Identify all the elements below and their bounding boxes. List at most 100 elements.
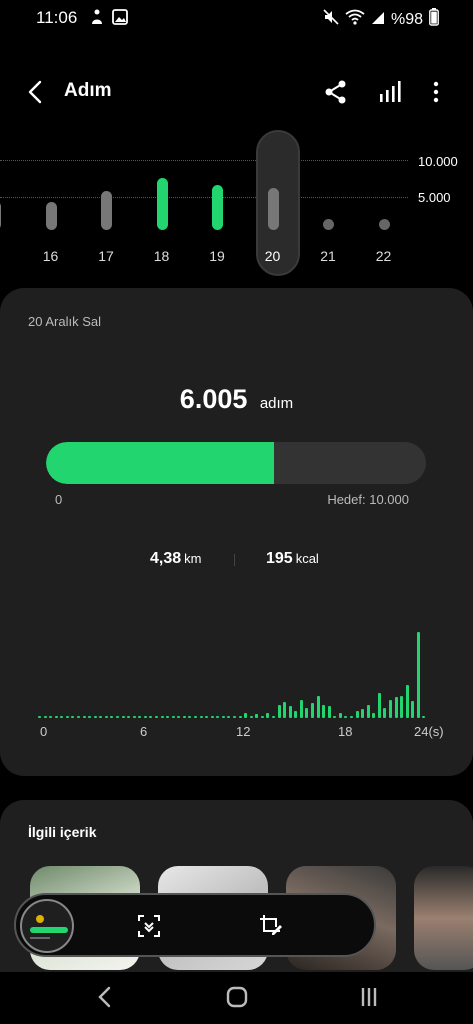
hour-bar bbox=[272, 716, 275, 718]
hour-bar bbox=[210, 715, 214, 718]
share-button[interactable] bbox=[322, 78, 350, 106]
day-bar-20[interactable] bbox=[267, 187, 279, 230]
goal-ref-label: 10.000 bbox=[418, 154, 458, 169]
status-time: 11:06 bbox=[36, 8, 78, 27]
nav-recent-apps-button[interactable] bbox=[356, 984, 382, 1010]
hour-bar bbox=[110, 716, 114, 718]
metric-divider bbox=[234, 554, 235, 566]
hour-bar bbox=[355, 710, 359, 718]
crop-edit-icon bbox=[260, 915, 282, 935]
hour-bar bbox=[77, 715, 80, 718]
hour-bar bbox=[305, 708, 309, 718]
app-bar: Adım bbox=[0, 70, 473, 114]
hour-bar bbox=[121, 716, 125, 718]
day-label-20[interactable]: 20 bbox=[253, 248, 293, 264]
hour-bar bbox=[182, 716, 186, 718]
hour-bar bbox=[71, 716, 75, 718]
hourly-steps-chart bbox=[38, 628, 438, 718]
hour-bar bbox=[338, 713, 342, 718]
hour-bar bbox=[383, 708, 387, 718]
hour-bar bbox=[155, 716, 158, 718]
day-bar-5[interactable] bbox=[0, 200, 1, 230]
day-label-19[interactable]: 19 bbox=[197, 248, 237, 264]
hour-bar bbox=[277, 704, 281, 718]
daily-summary-card: 20 Aralık Sal 6.005 adım 0 Hedef: 10.000… bbox=[0, 288, 473, 776]
day-label-18[interactable]: 18 bbox=[142, 248, 182, 264]
screenshot-toolbar bbox=[14, 893, 376, 957]
day-bar-16[interactable] bbox=[45, 202, 57, 230]
day-bar-17[interactable] bbox=[101, 190, 112, 230]
hour-bar bbox=[394, 697, 398, 718]
hour-bar bbox=[233, 715, 236, 718]
goal-label: Hedef: 10.000 bbox=[327, 492, 409, 507]
hour-bar bbox=[361, 709, 365, 718]
day-bar-18[interactable] bbox=[156, 177, 168, 230]
share-icon bbox=[325, 80, 346, 104]
related-thumbnail-4[interactable] bbox=[414, 866, 473, 970]
back-button[interactable] bbox=[22, 78, 50, 106]
nav-home-icon bbox=[226, 986, 248, 1008]
wifi-icon bbox=[345, 9, 365, 30]
day-bar-19[interactable] bbox=[212, 185, 223, 230]
steps-unit: adım bbox=[259, 395, 294, 412]
hour-bar bbox=[266, 713, 270, 718]
scroll-capture-button[interactable] bbox=[136, 913, 162, 939]
hour-bar bbox=[60, 716, 64, 718]
half-goal-line bbox=[0, 197, 408, 198]
gallery-icon bbox=[112, 9, 128, 30]
day-dot-21[interactable] bbox=[323, 219, 334, 230]
more-options-button[interactable] bbox=[425, 78, 447, 106]
hour-bar bbox=[116, 716, 119, 718]
hour-bar bbox=[38, 715, 41, 718]
hour-bar bbox=[327, 705, 331, 718]
step-goal-progress-bar bbox=[46, 442, 426, 484]
hour-bar bbox=[199, 715, 203, 718]
screenshot-preview[interactable] bbox=[20, 899, 74, 953]
distance-value: 4,38 bbox=[150, 550, 182, 567]
hour-bar bbox=[238, 715, 242, 718]
hour-bar bbox=[216, 715, 220, 718]
hour-bar bbox=[377, 693, 381, 718]
day-dot-22[interactable] bbox=[378, 219, 390, 230]
more-vertical-icon bbox=[433, 81, 439, 103]
day-label-21[interactable]: 21 bbox=[308, 248, 348, 264]
battery-percent: %98 bbox=[390, 10, 423, 28]
day-label-17[interactable]: 17 bbox=[86, 248, 126, 264]
system-nav-bar bbox=[0, 972, 473, 1024]
nav-home-button[interactable] bbox=[224, 984, 250, 1010]
hour-bar bbox=[411, 700, 415, 718]
hour-axis-label: 0 bbox=[40, 724, 48, 739]
edit-capture-button[interactable] bbox=[258, 913, 284, 939]
hour-bar bbox=[350, 715, 353, 718]
hour-bar bbox=[260, 716, 264, 718]
hour-bar bbox=[416, 632, 420, 718]
distance-unit: km bbox=[184, 551, 202, 566]
hour-bar bbox=[65, 716, 69, 718]
nav-back-button[interactable] bbox=[92, 984, 118, 1010]
calories-unit: kcal bbox=[295, 551, 319, 566]
hour-bar bbox=[344, 715, 348, 718]
status-bar: 11:06 %98 bbox=[0, 0, 473, 34]
hour-axis-label: 12 bbox=[236, 724, 251, 739]
calories-value: 195 bbox=[266, 550, 293, 567]
hour-bar bbox=[104, 716, 108, 718]
calories-metric: 195 kcal bbox=[266, 550, 319, 568]
hour-bar bbox=[205, 716, 209, 718]
statistics-button[interactable] bbox=[377, 78, 405, 106]
mute-icon bbox=[323, 9, 339, 30]
hour-bar bbox=[160, 716, 164, 718]
day-label-16[interactable]: 16 bbox=[31, 248, 71, 264]
hour-bar bbox=[405, 684, 409, 718]
hour-bar bbox=[372, 713, 376, 718]
hour-bar bbox=[177, 716, 181, 718]
hour-bar bbox=[43, 715, 47, 718]
hour-bar bbox=[255, 714, 259, 718]
person-icon bbox=[88, 9, 106, 30]
day-label-22[interactable]: 22 bbox=[364, 248, 404, 264]
hour-bar bbox=[422, 716, 426, 718]
hour-bar bbox=[227, 715, 231, 718]
hour-axis-label: 18 bbox=[338, 724, 353, 739]
day-label-5[interactable]: 5 bbox=[0, 248, 15, 264]
hour-bar bbox=[333, 715, 337, 718]
hour-bar bbox=[244, 713, 248, 718]
